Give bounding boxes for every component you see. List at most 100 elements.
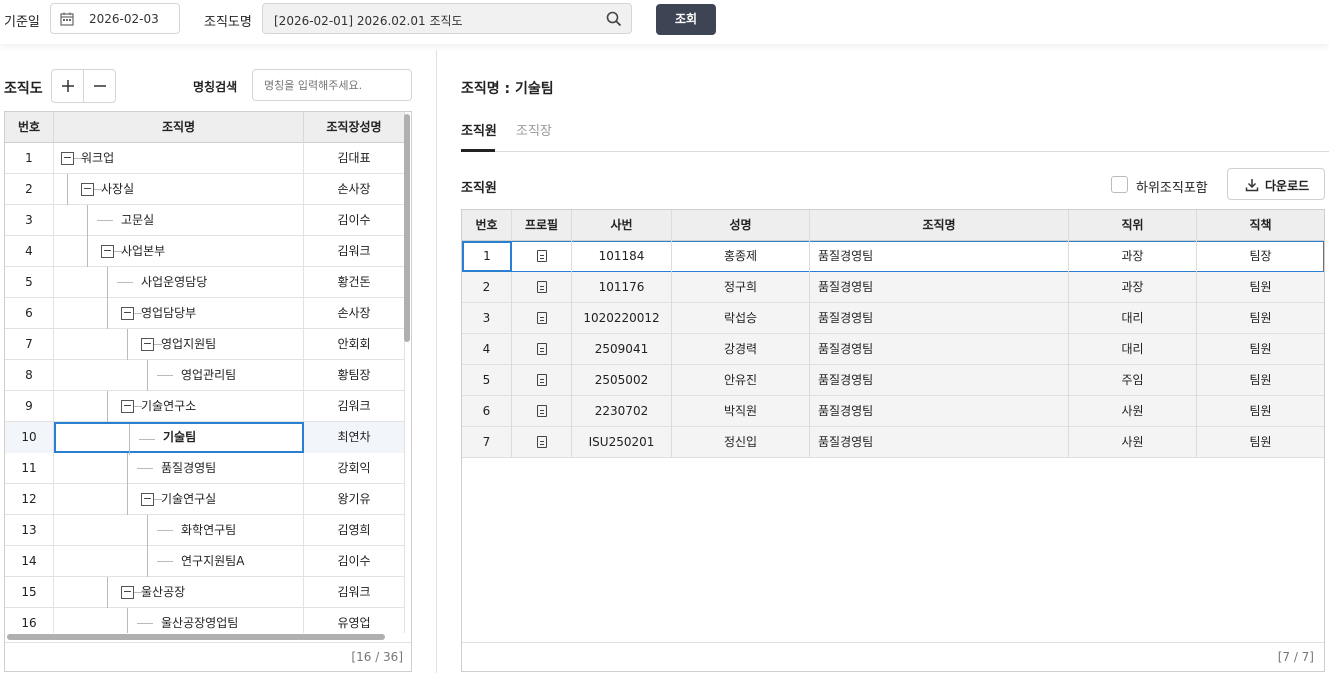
download-button[interactable]: 다운로드: [1227, 168, 1325, 200]
member-row[interactable]: 3 1020220012 락섭승 품질경영팀 대리 팀원: [462, 303, 1324, 334]
tree-row[interactable]: 15− 울산공장 김워크: [5, 577, 405, 608]
collapse-all-button[interactable]: [84, 70, 116, 102]
profile-document-icon[interactable]: [536, 281, 547, 293]
calendar-icon[interactable]: [60, 12, 74, 26]
members-count: [7 / 7]: [462, 642, 1324, 671]
tree-row-no: 3: [5, 205, 54, 236]
include-sub-checkbox[interactable]: [1111, 176, 1128, 193]
member-row[interactable]: 5 2505002 안유진 품질경영팀 주임 팀원: [462, 365, 1324, 396]
tree-guide-line: [147, 515, 148, 546]
tree-row-org-cell[interactable]: − 사업본부: [54, 236, 304, 267]
tree-collapse-toggle-icon[interactable]: −: [101, 245, 114, 258]
tree-row-head-name: 황팀장: [304, 360, 405, 391]
member-position: 주임: [1069, 365, 1197, 396]
col-header-profile[interactable]: 프로필: [512, 210, 572, 241]
tree-row[interactable]: 5 사업운영담당 황건돈: [5, 267, 405, 298]
col-header-name[interactable]: 성명: [672, 210, 810, 241]
include-sub-label[interactable]: 하위조직포함: [1136, 177, 1208, 196]
tree-row-org-cell[interactable]: − 울산공장: [54, 577, 304, 608]
tree-row-org-cell[interactable]: 연구지원팀A: [54, 546, 304, 577]
col-header-role[interactable]: 직책: [1197, 210, 1324, 241]
tree-row-org-cell[interactable]: 사업운영담당: [54, 267, 304, 298]
org-tree-count: [16 / 36]: [5, 642, 411, 671]
member-no: 4: [462, 334, 512, 365]
query-button[interactable]: 조회: [656, 4, 716, 35]
tree-row-org-cell[interactable]: 품질경영팀: [54, 453, 304, 484]
tree-row-org-cell[interactable]: − 사장실: [54, 174, 304, 205]
member-profile[interactable]: [512, 241, 572, 272]
tree-guide-line: [87, 236, 88, 267]
tree-row-org-cell[interactable]: 영업관리팀: [54, 360, 304, 391]
tree-collapse-toggle-icon[interactable]: −: [141, 493, 154, 506]
tab-heads[interactable]: 조직장: [516, 120, 552, 139]
col-header-org[interactable]: 조직명: [810, 210, 1069, 241]
expand-all-button[interactable]: [52, 70, 84, 102]
col-header-org-name[interactable]: 조직명: [54, 112, 304, 143]
tree-row[interactable]: 1− 워크업 김대표: [5, 143, 405, 174]
tree-row-org-name: 울산공장영업팀: [161, 616, 239, 630]
tree-row-org-cell[interactable]: 울산공장영업팀: [54, 608, 304, 633]
member-profile[interactable]: [512, 365, 572, 396]
name-search-input[interactable]: [252, 69, 412, 101]
member-row[interactable]: 1 101184 홍종제 품질경영팀 과장 팀장: [462, 241, 1324, 272]
member-row[interactable]: 2 101176 정구희 품질경영팀 과장 팀원: [462, 272, 1324, 303]
tree-row-org-cell[interactable]: − 영업담당부: [54, 298, 304, 329]
profile-document-icon[interactable]: [536, 374, 547, 386]
tree-row-org-cell[interactable]: 기술팀: [54, 422, 304, 455]
col-header-position[interactable]: 직위: [1069, 210, 1197, 241]
horizontal-scrollbar[interactable]: [7, 634, 385, 640]
member-profile[interactable]: [512, 334, 572, 365]
tree-row-org-cell[interactable]: − 기술연구실: [54, 484, 304, 515]
tree-row[interactable]: 13 화학연구팀 김영희: [5, 515, 405, 546]
tree-row-org-cell[interactable]: − 워크업: [54, 143, 304, 174]
tree-row[interactable]: 9− 기술연구소 김워크: [5, 391, 405, 422]
profile-document-icon[interactable]: [536, 436, 547, 448]
member-row[interactable]: 4 2509041 강경력 품질경영팀 대리 팀원: [462, 334, 1324, 365]
member-row[interactable]: 7 ISU250201 정신입 품질경영팀 사원 팀원: [462, 427, 1324, 458]
tree-row-org-cell[interactable]: 고문실: [54, 205, 304, 236]
profile-document-icon[interactable]: [536, 312, 547, 324]
tree-collapse-toggle-icon[interactable]: −: [121, 400, 134, 413]
member-name: 안유진: [672, 365, 810, 396]
member-profile[interactable]: [512, 303, 572, 334]
tree-row[interactable]: 6− 영업담당부 손사장: [5, 298, 405, 329]
tree-row[interactable]: 12− 기술연구실 왕기유: [5, 484, 405, 515]
member-profile[interactable]: [512, 427, 572, 458]
tree-row-org-cell[interactable]: − 기술연구소: [54, 391, 304, 422]
tree-row[interactable]: 14 연구지원팀A 김이수: [5, 546, 405, 577]
col-header-head-name[interactable]: 조직장성명: [304, 112, 405, 143]
expand-collapse-group: [51, 69, 116, 103]
tree-collapse-toggle-icon[interactable]: −: [141, 338, 154, 351]
member-profile[interactable]: [512, 272, 572, 303]
tree-row[interactable]: 16 울산공장영업팀 유영업: [5, 608, 405, 633]
col-header-no[interactable]: 번호: [462, 210, 512, 241]
member-row[interactable]: 6 2230702 박직원 품질경영팀 사원 팀원: [462, 396, 1324, 427]
profile-document-icon[interactable]: [536, 405, 547, 417]
tree-row[interactable]: 10 기술팀 최연차: [5, 422, 405, 455]
vertical-scrollbar[interactable]: [404, 114, 410, 342]
tree-row[interactable]: 2− 사장실 손사장: [5, 174, 405, 205]
tree-collapse-toggle-icon[interactable]: −: [121, 307, 134, 320]
member-emp-no: 101184: [572, 241, 672, 272]
tree-row[interactable]: 8 영업관리팀 황팀장: [5, 360, 405, 391]
member-profile[interactable]: [512, 396, 572, 427]
profile-document-icon[interactable]: [536, 250, 547, 262]
tree-row[interactable]: 11 품질경영팀 강회익: [5, 453, 405, 484]
tree-row-org-cell[interactable]: − 영업지원팀: [54, 329, 304, 360]
col-header-no[interactable]: 번호: [5, 112, 54, 143]
tree-collapse-toggle-icon[interactable]: −: [61, 152, 74, 165]
members-section-title: 조직원: [461, 181, 497, 196]
tab-members[interactable]: 조직원: [461, 120, 497, 139]
member-emp-no: 2505002: [572, 365, 672, 396]
col-header-emp-no[interactable]: 사번: [572, 210, 672, 241]
tree-row[interactable]: 4− 사업본부 김워크: [5, 236, 405, 267]
profile-document-icon[interactable]: [536, 343, 547, 355]
tree-row-org-cell[interactable]: 화학연구팀: [54, 515, 304, 546]
tree-collapse-toggle-icon[interactable]: −: [81, 183, 94, 196]
tree-row[interactable]: 3 고문실 김이수: [5, 205, 405, 236]
tree-row[interactable]: 7− 영업지원팀 안회회: [5, 329, 405, 360]
org-chart-field[interactable]: [2026-02-01] 2026.02.01 조직도: [262, 3, 632, 34]
search-icon[interactable]: [606, 11, 622, 27]
tree-collapse-toggle-icon[interactable]: −: [121, 586, 134, 599]
base-date-field[interactable]: 2026-02-03: [50, 3, 180, 34]
